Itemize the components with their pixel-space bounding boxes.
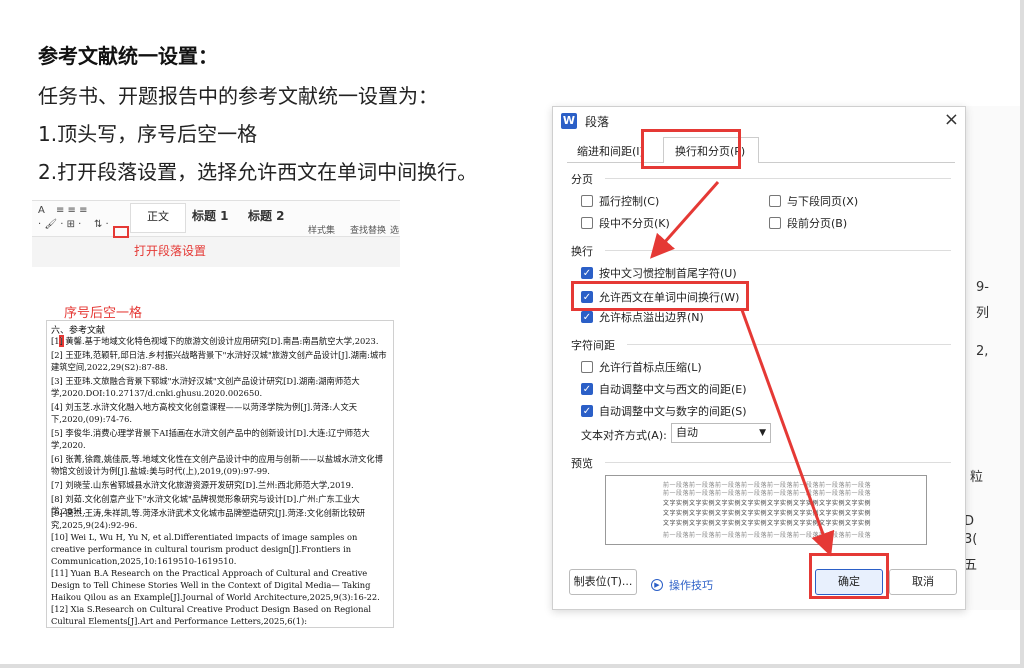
- arrow-to-option: [650, 181, 720, 259]
- annotation-arrows: [650, 181, 835, 557]
- arrow-to-ok: [740, 309, 835, 557]
